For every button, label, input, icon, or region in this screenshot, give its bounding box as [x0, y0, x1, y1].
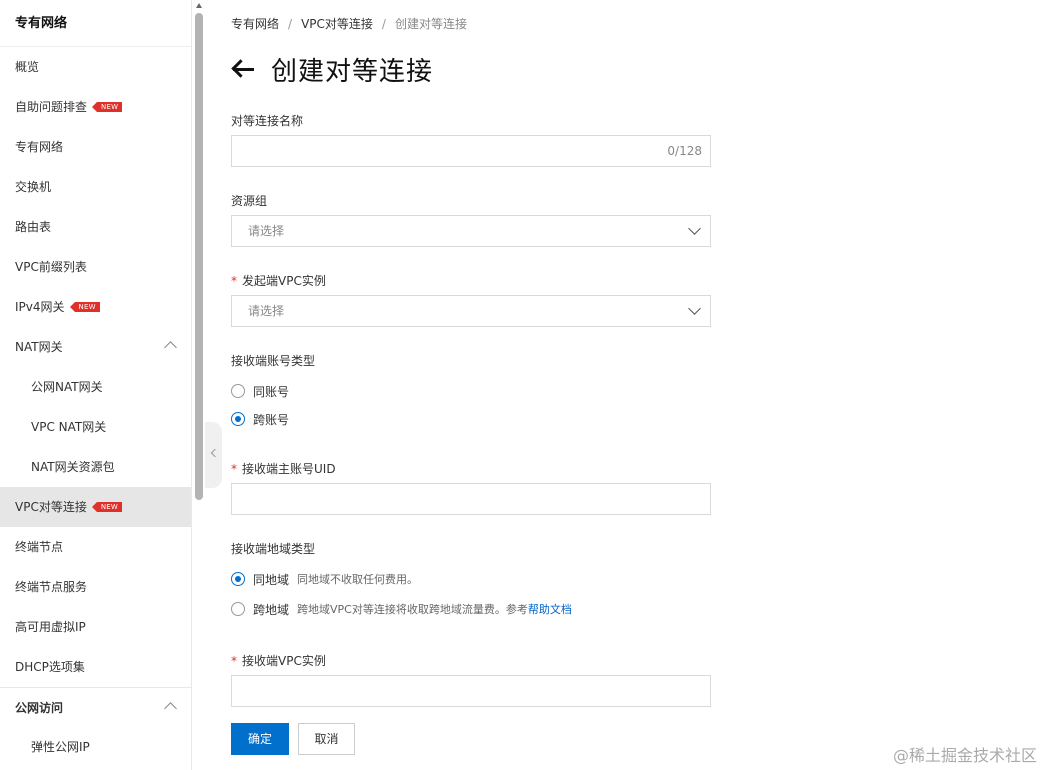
required-mark: *	[231, 654, 237, 668]
radio-same-region[interactable]: 同地域 同地域不收取任何费用。	[231, 571, 418, 587]
sidebar-item-troubleshoot[interactable]: 自助问题排查 NEW	[0, 87, 191, 127]
account-type-label: 接收端账号类型	[231, 354, 316, 368]
breadcrumb-separator: /	[381, 17, 386, 31]
sidebar-item-route-table[interactable]: 路由表	[0, 207, 191, 247]
sidebar-item-label: NAT网关资源包	[31, 460, 115, 474]
sidebar-item-endpoint[interactable]: 终端节点	[0, 527, 191, 567]
sidebar-item-label: 公网访问	[15, 701, 64, 715]
chevron-down-icon	[688, 222, 701, 235]
sidebar-item-label: VPC对等连接	[15, 500, 87, 514]
help-doc-link[interactable]: 帮助文档	[528, 603, 572, 616]
resource-group-select[interactable]: 请选择	[231, 215, 711, 247]
sidebar-item-label: NAT网关	[15, 340, 63, 354]
receiver-vpc-input[interactable]	[231, 675, 711, 707]
resource-group-label: 资源组	[231, 194, 268, 208]
sidebar-item-overview[interactable]: 概览	[0, 47, 191, 87]
peering-name-input[interactable]: 0/128	[231, 135, 711, 167]
confirm-button[interactable]: 确定	[231, 723, 289, 755]
required-mark: *	[231, 462, 237, 476]
sidebar-item-vswitch[interactable]: 交换机	[0, 167, 191, 207]
sidebar-item-label: 高可用虚拟IP	[15, 620, 86, 634]
sidebar: 专有网络 概览 自助问题排查 NEW 专有网络 交换机 路由表 VPC前缀列表 I…	[0, 0, 192, 770]
chevron-up-icon[interactable]	[164, 341, 177, 354]
sidebar-item-vpc-nat[interactable]: VPC NAT网关	[0, 407, 191, 447]
radio-label: 同账号	[253, 384, 290, 399]
sidebar-item-havip[interactable]: 高可用虚拟IP	[0, 607, 191, 647]
receiver-uid-input[interactable]	[231, 483, 711, 515]
scroll-up-arrow-icon[interactable]	[196, 3, 202, 8]
select-placeholder: 请选择	[248, 304, 285, 318]
radio-label: 跨账号	[253, 412, 290, 427]
sidebar-scrollbar[interactable]	[194, 0, 204, 770]
source-vpc-select[interactable]: 请选择	[231, 295, 711, 327]
required-mark: *	[231, 274, 237, 288]
radio-button-checked[interactable]	[231, 412, 245, 426]
sidebar-item-label: 专有网络	[15, 140, 64, 154]
sidebar-item-public-nat[interactable]: 公网NAT网关	[0, 367, 191, 407]
radio-description-text: 跨地域VPC对等连接将收取跨地域流量费。参考	[297, 603, 528, 616]
sidebar-item-label: 路由表	[15, 220, 52, 234]
cancel-button[interactable]: 取消	[298, 723, 355, 755]
sidebar-item-nat-package[interactable]: NAT网关资源包	[0, 447, 191, 487]
sidebar-item-label: IPv4网关	[15, 300, 65, 314]
sidebar-item-label: VPC NAT网关	[31, 420, 107, 434]
title-row: 创建对等连接	[231, 52, 434, 87]
name-label: 对等连接名称	[231, 114, 304, 128]
sidebar-group-public-access[interactable]: 公网访问	[0, 687, 191, 727]
source-vpc-label: * 发起端VPC实例	[231, 272, 326, 289]
sidebar-item-prefix-list[interactable]: VPC前缀列表	[0, 247, 191, 287]
breadcrumb-item-current: 创建对等连接	[394, 17, 467, 31]
sidebar-item-dhcp[interactable]: DHCP选项集	[0, 647, 191, 687]
radio-label: 同地域	[253, 572, 290, 587]
radio-description: 同地域不收取任何费用。	[297, 573, 419, 586]
new-badge: NEW	[69, 301, 100, 312]
sidebar-item-nat-gateway[interactable]: NAT网关	[0, 327, 191, 367]
sidebar-item-label: 公网NAT网关	[31, 380, 103, 394]
scrollbar-thumb[interactable]	[195, 13, 203, 500]
sidebar-collapse-handle[interactable]	[205, 422, 222, 488]
radio-cross-account[interactable]: 跨账号	[231, 411, 289, 427]
radio-cross-region[interactable]: 跨地域 跨地域VPC对等连接将收取跨地域流量费。参考帮助文档	[231, 601, 572, 617]
new-badge: NEW	[91, 101, 123, 112]
breadcrumb-separator: /	[288, 17, 293, 31]
sidebar-item-label: 概览	[15, 60, 40, 74]
breadcrumb-item-vpc[interactable]: 专有网络	[231, 17, 279, 31]
chevron-down-icon	[688, 302, 701, 315]
breadcrumb: 专有网络 / VPC对等连接 / 创建对等连接	[231, 15, 467, 32]
watermark: @稀土掘金技术社区	[893, 746, 1038, 765]
sidebar-item-ipv4-gateway[interactable]: IPv4网关 NEW	[0, 287, 191, 327]
sidebar-header: 专有网络	[0, 0, 191, 47]
source-vpc-label-text: 发起端VPC实例	[242, 274, 326, 288]
radio-button[interactable]	[231, 602, 245, 616]
sidebar-item-vpc[interactable]: 专有网络	[0, 127, 191, 167]
sidebar-item-label: 自助问题排查	[15, 100, 88, 114]
dest-vpc-label-text: 接收端VPC实例	[242, 654, 326, 668]
dest-vpc-label: * 接收端VPC实例	[231, 652, 326, 669]
sidebar-item-label: VPC前缀列表	[15, 260, 87, 274]
select-placeholder: 请选择	[248, 224, 285, 238]
page-title: 创建对等连接	[271, 56, 434, 87]
radio-same-account[interactable]: 同账号	[231, 383, 289, 399]
breadcrumb-item-peering[interactable]: VPC对等连接	[301, 17, 373, 31]
sidebar-item-label: DHCP选项集	[15, 660, 85, 674]
sidebar-item-label: 弹性公网IP	[31, 740, 90, 754]
back-arrow-icon[interactable]	[231, 59, 255, 79]
char-counter: 0/128	[667, 144, 702, 158]
radio-button-checked[interactable]	[231, 572, 245, 586]
radio-label: 跨地域	[253, 602, 290, 617]
chevron-up-icon[interactable]	[164, 702, 177, 715]
sidebar-item-vpc-peering[interactable]: VPC对等连接 NEW	[0, 487, 191, 527]
uid-label-text: 接收端主账号UID	[242, 462, 336, 476]
region-type-label: 接收端地域类型	[231, 542, 316, 556]
uid-label: * 接收端主账号UID	[231, 460, 336, 477]
new-badge: NEW	[91, 501, 123, 512]
sidebar-item-label: 终端节点服务	[15, 580, 88, 594]
sidebar-item-label: 交换机	[15, 180, 52, 194]
sidebar-item-label: 终端节点	[15, 540, 64, 554]
chevron-left-icon	[210, 448, 220, 458]
radio-button[interactable]	[231, 384, 245, 398]
radio-description: 跨地域VPC对等连接将收取跨地域流量费。参考帮助文档	[297, 601, 572, 617]
sidebar-item-endpoint-service[interactable]: 终端节点服务	[0, 567, 191, 607]
sidebar-item-eip[interactable]: 弹性公网IP	[0, 727, 191, 767]
